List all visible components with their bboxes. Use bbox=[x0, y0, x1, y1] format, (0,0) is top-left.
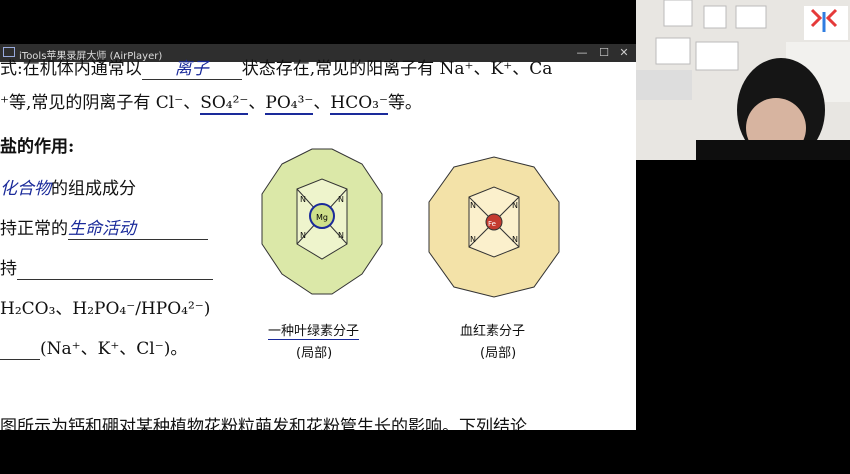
item3-text: 持 bbox=[0, 259, 17, 279]
blank-line bbox=[17, 259, 213, 280]
heme-molecule-diagram: Fe N N N N bbox=[428, 156, 560, 298]
nitrogen-label: N bbox=[512, 235, 518, 244]
separator: 、 bbox=[248, 93, 266, 113]
role-item-1: 化合物的组成成分 bbox=[0, 174, 136, 199]
chlorophyll-molecule-diagram: Mg N N N N bbox=[261, 148, 383, 295]
presenter-video bbox=[636, 0, 850, 160]
nitrogen-label: N bbox=[300, 195, 306, 204]
webcam-feed bbox=[636, 0, 850, 160]
chlorophyll-sublabel: (局部) bbox=[296, 346, 333, 361]
item1-text: 的组成成分 bbox=[51, 179, 136, 199]
chlorophyll-label: 一种叶绿素分子 bbox=[268, 320, 360, 340]
center-atom-label: Fe bbox=[488, 220, 496, 228]
nitrogen-label: N bbox=[300, 231, 306, 240]
text-line-1: 式:在机体内通常以 离子 状态存在,常见的阳离子有 Na⁺、K⁺、Ca bbox=[0, 54, 552, 80]
heme-sublabel: (局部) bbox=[480, 346, 517, 361]
role-item-4: H₂CO₃、H₂PO₄⁻/HPO₄²⁻) bbox=[0, 299, 211, 319]
nitrogen-label: N bbox=[338, 195, 344, 204]
sulfate-ion: SO₄²⁻ bbox=[200, 93, 249, 115]
phosphate-ion: PO₄³⁻ bbox=[265, 93, 314, 115]
bicarbonate-ion: HCO₃⁻ bbox=[330, 93, 388, 115]
item5-text: (Na⁺、K⁺、Cl⁻)。 bbox=[40, 339, 188, 359]
line2-suffix: 等。 bbox=[387, 93, 422, 113]
line1-prefix: 式:在机体内通常以 bbox=[0, 59, 142, 79]
nitrogen-label: N bbox=[338, 231, 344, 240]
logo-icon bbox=[804, 6, 848, 40]
question-text: 图所示为钙和硼对某种植物花粉粒萌发和花粉管生长的影响。下列结论 bbox=[0, 417, 527, 430]
line1-suffix: 状态存在,常见的阳离子有 Na⁺、K⁺、Ca bbox=[241, 59, 553, 79]
handwritten-life-activity: 生命活动 bbox=[68, 214, 208, 240]
handwritten-ion: 离子 bbox=[141, 54, 242, 80]
nitrogen-label: N bbox=[470, 235, 476, 244]
blank-line bbox=[0, 339, 40, 360]
item2-text: 持正常的 bbox=[0, 219, 68, 239]
maximize-button[interactable]: ☐ bbox=[596, 45, 612, 61]
nitrogen-label: N bbox=[512, 201, 518, 210]
minimize-button[interactable]: — bbox=[574, 45, 590, 61]
center-atom-label: Mg bbox=[316, 213, 328, 222]
role-item-5: (Na⁺、K⁺、Cl⁻)。 bbox=[0, 334, 187, 360]
close-button[interactable]: ✕ bbox=[616, 45, 632, 61]
document-slide: 式:在机体内通常以 离子 状态存在,常见的阳离子有 Na⁺、K⁺、Ca ⁺等,常见的… bbox=[0, 59, 636, 430]
role-item-2: 持正常的生命活动 bbox=[0, 214, 208, 240]
heme-label: 血红素分子 bbox=[460, 324, 526, 339]
role-item-3: 持 bbox=[0, 254, 213, 280]
nitrogen-label: N bbox=[470, 201, 476, 210]
text-line-2: ⁺等,常见的阴离子有 Cl⁻、SO₄²⁻、PO₄³⁻、HCO₃⁻等。 bbox=[0, 88, 422, 115]
player-window: iTools苹果录屏大师 (AirPlayer) — ☐ ✕ 式:在机体内通常以… bbox=[0, 44, 636, 430]
handwritten-compound: 化合物 bbox=[0, 179, 51, 199]
separator: 、 bbox=[313, 93, 331, 113]
section-heading: 盐的作用: bbox=[0, 137, 75, 157]
line2-prefix: ⁺等,常见的阴离子有 Cl⁻、 bbox=[0, 93, 201, 113]
